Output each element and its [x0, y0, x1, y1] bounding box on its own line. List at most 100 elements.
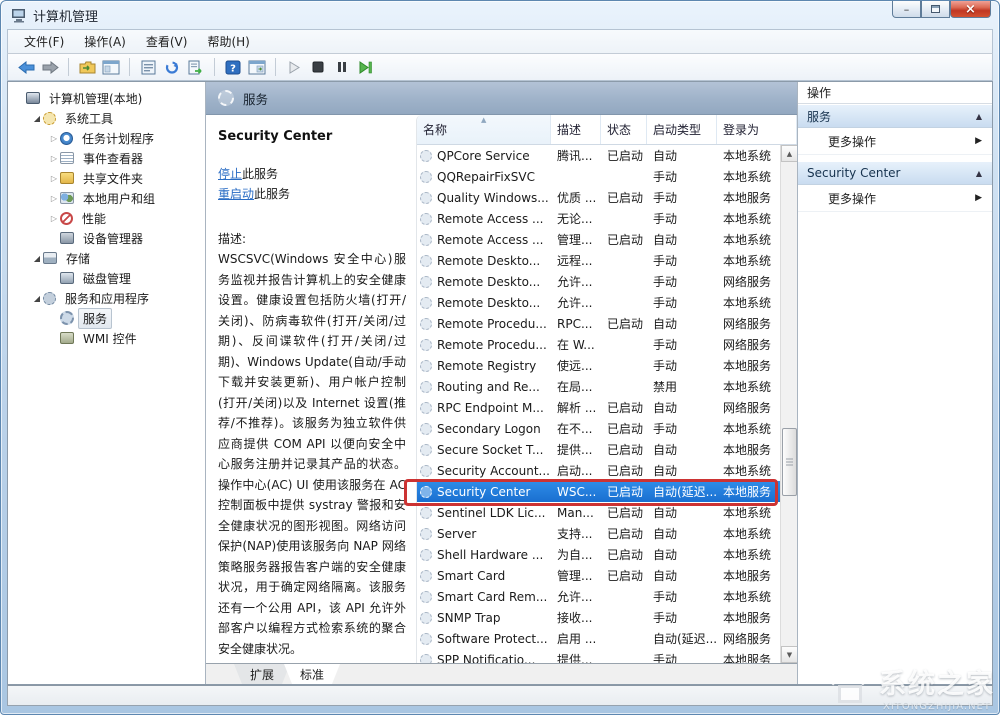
stop-service-link[interactable]: 停止: [218, 167, 242, 181]
menu-item-1[interactable]: 操作(A): [74, 30, 136, 53]
service-gear-icon: [420, 297, 432, 309]
scroll-down-icon[interactable]: ▼: [781, 646, 797, 663]
table-row[interactable]: Remote Registry 使远... 手动 本地服务: [417, 355, 780, 376]
tree-item[interactable]: ◢ 服务和应用程序: [8, 288, 205, 308]
action-pane-icon[interactable]: [247, 57, 267, 77]
tree-item[interactable]: 设备管理器: [8, 228, 205, 248]
table-row[interactable]: Server 支持... 已启动 自动 本地系统: [417, 523, 780, 544]
tree-item-label: 任务计划程序: [77, 128, 159, 149]
table-row[interactable]: Shell Hardware ... 为自... 已启动 自动 本地系统: [417, 544, 780, 565]
service-description-cell: 腾讯...: [551, 147, 601, 164]
table-row[interactable]: Secondary Logon 在不... 已启动 手动 本地系统: [417, 418, 780, 439]
console-tree-icon[interactable]: [77, 57, 97, 77]
tree-expander-icon[interactable]: ◢: [31, 254, 43, 263]
table-row[interactable]: Remote Procedu... 在 W... 手动 网络服务: [417, 334, 780, 355]
table-row[interactable]: Quality Windows... 优质 ... 已启动 手动 本地服务: [417, 187, 780, 208]
table-row[interactable]: Smart Card Rem... 允许... 手动 本地系统: [417, 586, 780, 607]
tree-item[interactable]: ▷ 本地用户和组: [8, 188, 205, 208]
tree-item[interactable]: WMI 控件: [8, 328, 205, 348]
tree-item[interactable]: ▷ 性能: [8, 208, 205, 228]
table-row[interactable]: Secure Socket T... 提供... 已启动 自动 本地服务: [417, 439, 780, 460]
more-actions-services[interactable]: 更多操作 ▶: [798, 128, 992, 155]
actions-section-services[interactable]: 服务 ▲: [798, 104, 992, 128]
table-row[interactable]: Remote Access ... 无论... 手动 本地系统: [417, 208, 780, 229]
service-name: Smart Card: [437, 569, 505, 583]
table-row[interactable]: Smart Card 管理... 已启动 自动 本地服务: [417, 565, 780, 586]
table-row[interactable]: SNMP Trap 接收... 手动 本地服务: [417, 607, 780, 628]
tree-item[interactable]: ◢ 系统工具: [8, 108, 205, 128]
tree-item[interactable]: 磁盘管理: [8, 268, 205, 288]
tree-item[interactable]: ▷ 任务计划程序: [8, 128, 205, 148]
table-row[interactable]: Routing and Re... 在局... 禁用 本地系统: [417, 376, 780, 397]
tab-extended[interactable]: 扩展: [234, 664, 290, 684]
console-window-icon[interactable]: [101, 57, 121, 77]
properties-icon[interactable]: [138, 57, 158, 77]
stop-service-icon[interactable]: [308, 57, 328, 77]
tree-item[interactable]: ▷ 共享文件夹: [8, 168, 205, 188]
tab-standard[interactable]: 标准: [284, 664, 340, 684]
back-icon[interactable]: [16, 57, 36, 77]
tree-item[interactable]: ◢ 存储: [8, 248, 205, 268]
table-row[interactable]: SPP Notificatio... 提供... 手动 本地服务: [417, 649, 780, 663]
collapse-icon[interactable]: ▲: [976, 169, 982, 178]
tree-expander-icon[interactable]: ▷: [48, 194, 60, 203]
close-button[interactable]: ×: [950, 1, 991, 18]
refresh-icon[interactable]: [162, 57, 182, 77]
table-row[interactable]: Security Center WSC... 已启动 自动(延迟... 本地服务: [417, 481, 780, 502]
service-logon-as-cell: 本地系统: [717, 525, 780, 542]
tree-item[interactable]: 服务: [8, 308, 205, 328]
start-service-icon[interactable]: [284, 57, 304, 77]
column-header-name[interactable]: 名称▲: [417, 115, 551, 144]
tree-expander-icon[interactable]: ▷: [48, 134, 60, 143]
table-row[interactable]: Remote Access ... 管理... 已启动 自动 本地系统: [417, 229, 780, 250]
column-header-logon-as[interactable]: 登录为: [717, 115, 797, 144]
column-header-status[interactable]: 状态: [601, 115, 647, 144]
table-row[interactable]: Remote Deskto... 远程... 手动 本地系统: [417, 250, 780, 271]
table-row[interactable]: Software Protect... 启用 ... 自动(延迟... 网络服务: [417, 628, 780, 649]
menu-item-0[interactable]: 文件(F): [14, 30, 74, 53]
service-name: Routing and Re...: [437, 380, 540, 394]
collapse-icon[interactable]: ▲: [976, 112, 982, 121]
table-row[interactable]: Remote Deskto... 允许... 手动 网络服务: [417, 271, 780, 292]
service-description-cell: 提供...: [551, 441, 601, 458]
export-list-icon[interactable]: [186, 57, 206, 77]
title-bar[interactable]: 计算机管理 – ×: [1, 1, 999, 29]
restart-service-link[interactable]: 重启动: [218, 187, 254, 201]
table-row[interactable]: Security Account... 启动... 已启动 自动 本地系统: [417, 460, 780, 481]
service-description-cell: 接收...: [551, 609, 601, 626]
column-header-startup-type[interactable]: 启动类型: [647, 115, 717, 144]
table-row[interactable]: QQRepairFixSVC 手动 本地系统: [417, 166, 780, 187]
scroll-up-icon[interactable]: ▲: [781, 145, 797, 162]
pause-service-icon[interactable]: [332, 57, 352, 77]
table-row[interactable]: QPCore Service 腾讯... 已启动 自动 本地系统: [417, 145, 780, 166]
tree-item[interactable]: 计算机管理(本地): [8, 88, 205, 108]
tree-expander-icon[interactable]: ◢: [31, 114, 43, 123]
computer-icon: [26, 92, 40, 104]
table-row[interactable]: RPC Endpoint M... 解析 ... 已启动 自动 网络服务: [417, 397, 780, 418]
restore-button[interactable]: [921, 1, 950, 18]
tree-expander-icon[interactable]: ▷: [48, 214, 60, 223]
scrollbar-thumb[interactable]: [782, 428, 797, 496]
tree-expander-icon[interactable]: ▷: [48, 154, 60, 163]
table-row[interactable]: Remote Deskto... 允许... 手动 本地系统: [417, 292, 780, 313]
service-name: Security Account...: [437, 464, 550, 478]
service-gear-icon: [420, 549, 432, 561]
tree-expander-icon[interactable]: ▷: [48, 174, 60, 183]
forward-icon[interactable]: [40, 57, 60, 77]
actions-section-security-center[interactable]: Security Center ▲: [798, 161, 992, 185]
stop-service-suffix: 此服务: [242, 167, 278, 181]
menu-item-2[interactable]: 查看(V): [136, 30, 198, 53]
more-actions-security-center[interactable]: 更多操作 ▶: [798, 185, 992, 212]
table-row[interactable]: Remote Procedu... RPC... 已启动 自动 网络服务: [417, 313, 780, 334]
vertical-scrollbar[interactable]: ▲ ▼: [780, 145, 797, 663]
column-header-description[interactable]: 描述: [551, 115, 601, 144]
tree-item[interactable]: ▷ 事件查看器: [8, 148, 205, 168]
service-description-cell: 启用 ...: [551, 630, 601, 647]
menu-item-3[interactable]: 帮助(H): [197, 30, 259, 53]
minimize-button[interactable]: –: [892, 1, 921, 18]
restart-service-icon[interactable]: [356, 57, 376, 77]
table-row[interactable]: Sentinel LDK Lic... Man... 已启动 自动 本地系统: [417, 502, 780, 523]
tree-expander-icon[interactable]: ◢: [31, 294, 43, 303]
help-icon[interactable]: ?: [223, 57, 243, 77]
view-tabs: 扩展 标准: [206, 663, 797, 684]
